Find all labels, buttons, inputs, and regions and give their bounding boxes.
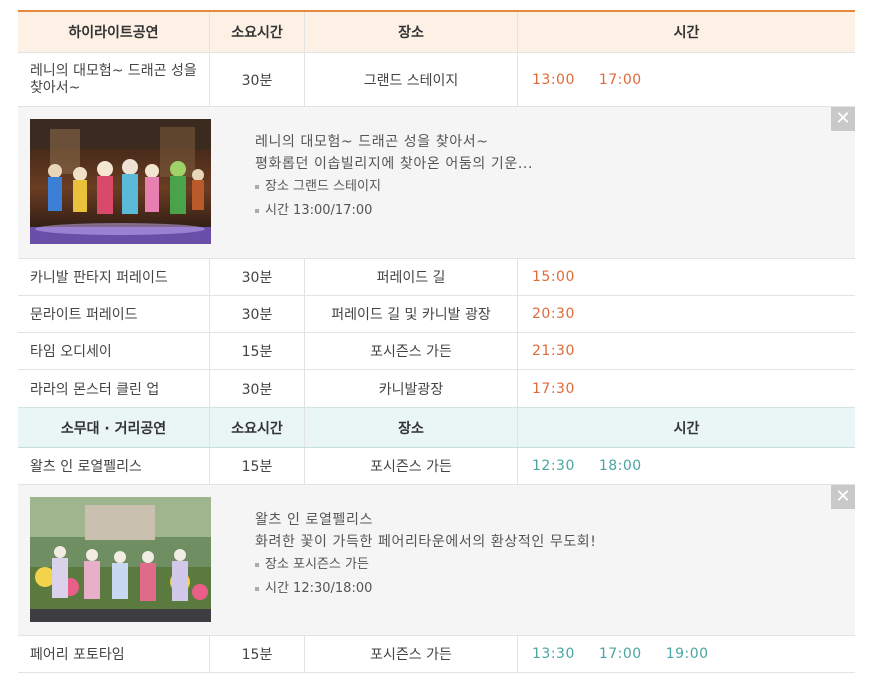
detail-time-text: 시간 13:00/17:00	[265, 203, 373, 218]
detail-description: 화려한 꽃이 가득한 페어리타운에서의 환상적인 무도회!	[255, 534, 597, 550]
show-times: 12:30 18:00	[518, 448, 855, 484]
highlight-header-row: 하이라이트공연 소요시간 장소 시간	[18, 12, 855, 53]
bullet-icon	[255, 562, 259, 567]
header-duration: 소요시간	[210, 12, 305, 52]
show-times: 13:30 17:00 19:00	[518, 636, 855, 672]
header-place: 장소	[305, 12, 518, 52]
detail-place: 장소 포시즌스 가든	[255, 553, 597, 577]
detail-time: 시간 12:30/18:00	[255, 577, 597, 601]
show-place: 그랜드 스테이지	[305, 53, 518, 106]
show-name[interactable]: 왈츠 인 로열펠리스	[18, 448, 210, 484]
show-time: 21:30	[532, 343, 575, 359]
table-row[interactable]: 문라이트 퍼레이드 30분 퍼레이드 길 및 카니발 광장 20:30	[18, 296, 855, 333]
show-place: 포시즌스 가든	[305, 636, 518, 672]
detail-place-text: 장소 그랜드 스테이지	[265, 179, 381, 194]
show-times: 15:00	[518, 259, 855, 295]
show-place: 포시즌스 가든	[305, 333, 518, 369]
show-time: 18:00	[598, 458, 642, 474]
show-time: 19:00	[665, 646, 709, 662]
show-schedule-table: 하이라이트공연 소요시간 장소 시간 레니의 대모험~ 드래곤 성을 찾아서~ …	[18, 10, 855, 673]
show-place: 퍼레이드 길 및 카니발 광장	[305, 296, 518, 332]
show-name[interactable]: 문라이트 퍼레이드	[18, 296, 210, 332]
show-name[interactable]: 페어리 포토타임	[18, 636, 210, 672]
show-time: 13:00	[532, 71, 575, 88]
show-detail-text: 레니의 대모험~ 드래곤 성을 찾아서~ 평화롭던 이솝빌리지에 찾아온 어둠의…	[255, 131, 533, 223]
show-duration: 15분	[210, 333, 305, 369]
show-duration: 15분	[210, 636, 305, 672]
table-row[interactable]: 레니의 대모험~ 드래곤 성을 찾아서~ 30분 그랜드 스테이지 13:00 …	[18, 53, 855, 107]
detail-title: 레니의 대모험~ 드래곤 성을 찾아서~	[255, 134, 489, 150]
show-time: 13:30	[532, 646, 575, 662]
show-duration: 30분	[210, 370, 305, 407]
show-name[interactable]: 레니의 대모험~ 드래곤 성을 찾아서~	[18, 53, 210, 106]
show-place: 카니발광장	[305, 370, 518, 407]
show-detail-panel: 레니의 대모험~ 드래곤 성을 찾아서~ 평화롭던 이솝빌리지에 찾아온 어둠의…	[18, 107, 855, 259]
detail-time: 시간 13:00/17:00	[255, 199, 533, 223]
close-icon[interactable]: ✕	[831, 485, 855, 509]
header-name: 하이라이트공연	[18, 12, 210, 52]
close-icon[interactable]: ✕	[831, 107, 855, 131]
show-times: 21:30	[518, 333, 855, 369]
show-detail-text: 왈츠 인 로열펠리스 화려한 꽃이 가득한 페어리타운에서의 환상적인 무도회!…	[255, 509, 597, 601]
show-name[interactable]: 카니발 판타지 퍼레이드	[18, 259, 210, 295]
show-photo	[30, 497, 211, 622]
stage-street-header-row: 소무대 · 거리공연 소요시간 장소 시간	[18, 407, 855, 448]
show-time: 17:00	[598, 646, 642, 662]
detail-time-text: 시간 12:30/18:00	[265, 581, 373, 596]
bullet-icon	[255, 208, 259, 213]
show-place: 퍼레이드 길	[305, 259, 518, 295]
detail-place: 장소 그랜드 스테이지	[255, 175, 533, 199]
table-row[interactable]: 라라의 몬스터 클린 업 30분 카니발광장 17:30	[18, 370, 855, 407]
bullet-icon	[255, 586, 259, 591]
show-duration: 30분	[210, 296, 305, 332]
show-times: 20:30	[518, 296, 855, 332]
bullet-icon	[255, 184, 259, 189]
header-duration: 소요시간	[210, 408, 305, 447]
table-row[interactable]: 카니발 판타지 퍼레이드 30분 퍼레이드 길 15:00	[18, 259, 855, 296]
show-name[interactable]: 라라의 몬스터 클린 업	[18, 370, 210, 407]
header-place: 장소	[305, 408, 518, 447]
show-name[interactable]: 타임 오디세이	[18, 333, 210, 369]
show-place: 포시즌스 가든	[305, 448, 518, 484]
show-duration: 15분	[210, 448, 305, 484]
detail-description: 평화롭던 이솝빌리지에 찾아온 어둠의 기운...	[255, 156, 533, 172]
show-times: 13:00 17:00	[518, 53, 855, 106]
show-duration: 30분	[210, 53, 305, 106]
header-time: 시간	[673, 25, 700, 41]
table-row[interactable]: 왈츠 인 로열펠리스 15분 포시즌스 가든 12:30 18:00	[18, 448, 855, 485]
show-time: 20:30	[532, 306, 575, 322]
show-time: 17:30	[532, 380, 575, 397]
show-detail-panel: 왈츠 인 로열펠리스 화려한 꽃이 가득한 페어리타운에서의 환상적인 무도회!…	[18, 485, 855, 636]
show-time: 15:00	[532, 269, 575, 285]
show-time: 12:30	[532, 458, 575, 474]
show-time: 17:00	[598, 71, 642, 88]
header-name: 소무대 · 거리공연	[18, 408, 210, 447]
show-photo	[30, 119, 211, 244]
show-times: 17:30	[518, 370, 855, 407]
show-duration: 30분	[210, 259, 305, 295]
table-row[interactable]: 타임 오디세이 15분 포시즌스 가든 21:30	[18, 333, 855, 370]
header-time: 시간	[673, 420, 700, 437]
detail-place-text: 장소 포시즌스 가든	[265, 557, 369, 572]
detail-title: 왈츠 인 로열펠리스	[255, 512, 373, 528]
table-row[interactable]: 페어리 포토타임 15분 포시즌스 가든 13:30 17:00 19:00	[18, 636, 855, 673]
